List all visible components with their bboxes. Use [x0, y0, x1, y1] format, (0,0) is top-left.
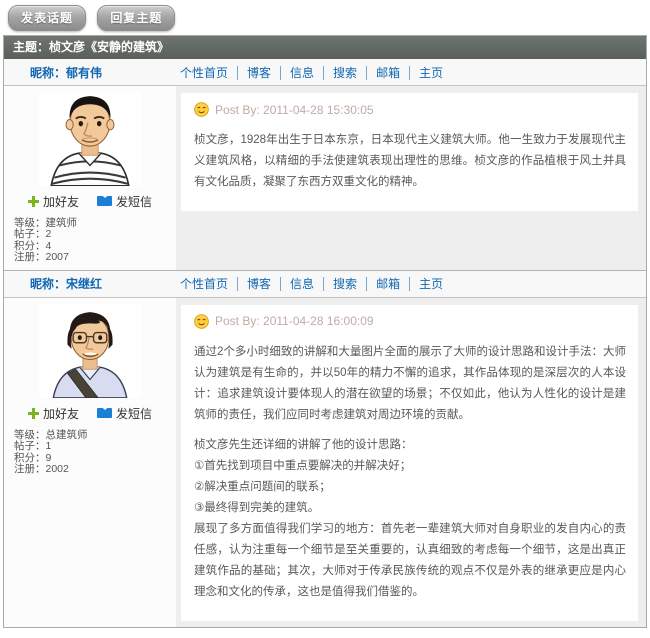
paragraph: 桢文彦先生还详细的讲解了他的设计思路：: [194, 435, 626, 456]
post-2: 昵称：宋继红 个性首页博客信息搜索邮箱主页: [4, 270, 646, 627]
link-blog[interactable]: 博客: [238, 66, 281, 80]
post-2-user-stats: 等级：总建筑师 帖子：1 积分：9 注册：2002: [4, 430, 176, 476]
avatar-female-illustration: [39, 304, 141, 398]
link-mailbox[interactable]: 邮箱: [367, 66, 410, 80]
post-2-timestamp: Post By: 2011-04-28 16:00:09: [215, 314, 374, 328]
paragraph: ②解决重点问题间的联系；: [194, 477, 626, 498]
post-1-nickname: 昵称：郁有伟: [4, 64, 180, 81]
post-1-text: 桢文彦，1928年出生于日本东京，日本现代主义建筑大师。他一生致力于发展现代主义…: [194, 130, 626, 193]
link-personal-home[interactable]: 个性首页: [180, 66, 238, 80]
smiley-icon: [194, 314, 209, 329]
post-1-meta: Post By: 2011-04-28 15:30:05: [194, 102, 626, 117]
stat-registered: 注册：2002: [14, 464, 176, 476]
stat-registered: 注册：2007: [14, 252, 176, 264]
link-info[interactable]: 信息: [281, 277, 324, 291]
link-personal-home[interactable]: 个性首页: [180, 277, 238, 291]
link-mailbox[interactable]: 邮箱: [367, 277, 410, 291]
post-2-nickname: 昵称：宋继红: [4, 275, 180, 292]
post-topic-button[interactable]: 发表话题: [8, 5, 86, 31]
paragraph: 展现了多方面值得我们学习的地方：首先老一辈建筑大师对自身职业的发自内心的责任感，…: [194, 519, 626, 603]
add-friend-button[interactable]: 加好友: [28, 193, 79, 210]
avatar-male-illustration: [39, 92, 141, 186]
link-search[interactable]: 搜索: [324, 66, 367, 80]
post-2-body: 加好友 发短信 等级：总建筑师 帖子：1 积分：9 注册：2002: [4, 298, 646, 627]
send-message-button[interactable]: 发短信: [97, 193, 152, 210]
post-1-body: 加好友 发短信 等级：建筑师 帖子：2 积分：4 注册：2007: [4, 86, 646, 270]
paragraph: 通过2个多小时细致的讲解和大量图片全面的展示了大师的设计思路和设计手法：大师认为…: [194, 342, 626, 426]
paragraph: ③最终得到完美的建筑。: [194, 498, 626, 519]
post-1-content-box: Post By: 2011-04-28 15:30:05 桢文彦，1928年出生…: [181, 93, 638, 211]
paragraph: 桢文彦，1928年出生于日本东京，日本现代主义建筑大师。他一生致力于发展现代主义…: [194, 130, 626, 193]
avatar-female-portrait: [39, 304, 141, 398]
add-friend-label: 加好友: [43, 405, 79, 422]
smiley-icon: [194, 102, 209, 117]
post-1-timestamp: Post By: 2011-04-28 15:30:05: [215, 103, 374, 117]
post-1-actions: 加好友 发短信: [4, 193, 176, 210]
send-message-label: 发短信: [116, 193, 152, 210]
post-2-user-links: 个性首页博客信息搜索邮箱主页: [180, 275, 452, 292]
plus-icon: [28, 408, 39, 419]
post-1-header: 昵称：郁有伟 个性首页博客信息搜索邮箱主页: [4, 59, 646, 86]
post-2-sidebar: 加好友 发短信 等级：总建筑师 帖子：1 积分：9 注册：2002: [4, 298, 176, 627]
post-1-content-area: Post By: 2011-04-28 15:30:05 桢文彦，1928年出生…: [176, 86, 646, 270]
top-toolbar: 发表话题 回复主题: [0, 0, 650, 28]
stat-posts: 帖子：1: [14, 441, 176, 453]
post-2-meta: Post By: 2011-04-28 16:00:09: [194, 314, 626, 329]
link-blog[interactable]: 博客: [238, 277, 281, 291]
plus-icon: [28, 196, 39, 207]
post-1-user-links: 个性首页博客信息搜索邮箱主页: [180, 64, 452, 81]
link-homepage[interactable]: 主页: [410, 66, 452, 80]
paragraph: ①首先找到项目中重点要解决的并解决好；: [194, 456, 626, 477]
link-search[interactable]: 搜索: [324, 277, 367, 291]
post-1: 昵称：郁有伟 个性首页博客信息搜索邮箱主页: [4, 59, 646, 270]
link-homepage[interactable]: 主页: [410, 277, 452, 291]
avatar-male-portrait: [39, 92, 141, 186]
add-friend-label: 加好友: [43, 193, 79, 210]
send-message-button[interactable]: 发短信: [97, 405, 152, 422]
envelope-icon: [97, 196, 112, 206]
thread-title: 主题：桢文彦《安静的建筑》: [4, 36, 646, 59]
post-2-actions: 加好友 发短信: [4, 405, 176, 422]
post-2-content-area: Post By: 2011-04-28 16:00:09 通过2个多小时细致的讲…: [176, 298, 646, 627]
add-friend-button[interactable]: 加好友: [28, 405, 79, 422]
post-2-header: 昵称：宋继红 个性首页博客信息搜索邮箱主页: [4, 271, 646, 298]
thread-panel: 主题：桢文彦《安静的建筑》 昵称：郁有伟 个性首页博客信息搜索邮箱主页: [3, 35, 647, 628]
post-1-user-stats: 等级：建筑师 帖子：2 积分：4 注册：2007: [4, 218, 176, 264]
envelope-icon: [97, 408, 112, 418]
reply-topic-button[interactable]: 回复主题: [97, 5, 175, 31]
link-info[interactable]: 信息: [281, 66, 324, 80]
post-2-content-box: Post By: 2011-04-28 16:00:09 通过2个多小时细致的讲…: [181, 305, 638, 621]
post-1-sidebar: 加好友 发短信 等级：建筑师 帖子：2 积分：4 注册：2007: [4, 86, 176, 270]
post-2-text: 通过2个多小时细致的讲解和大量图片全面的展示了大师的设计思路和设计手法：大师认为…: [194, 342, 626, 603]
send-message-label: 发短信: [116, 405, 152, 422]
